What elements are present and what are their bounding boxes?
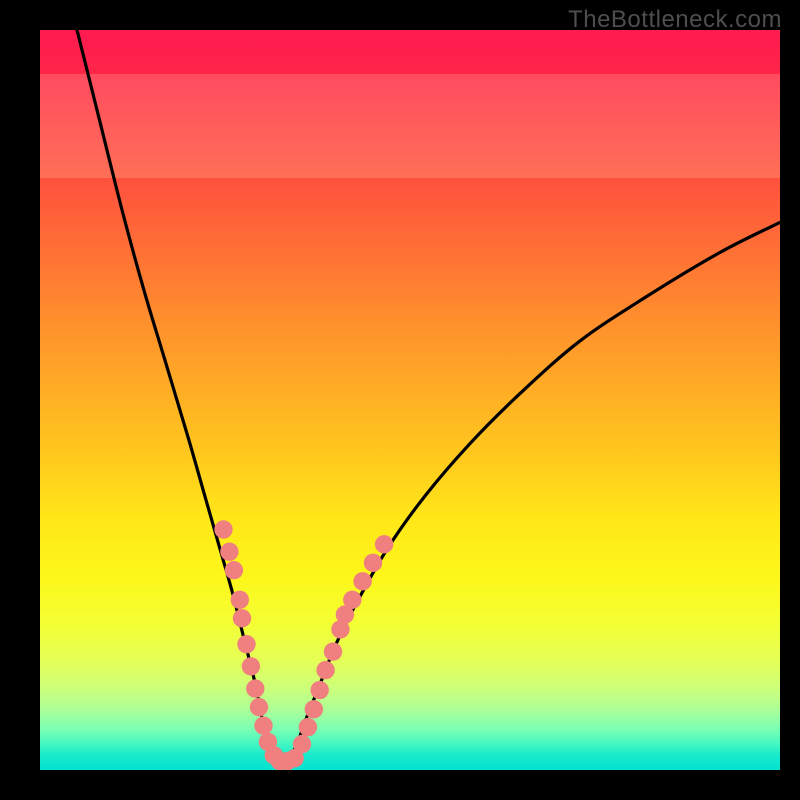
data-dot [220,543,238,561]
data-dot [293,735,311,753]
curve-layer [40,30,780,770]
data-dot [311,681,329,699]
data-dot [225,561,243,579]
data-dot [324,642,342,660]
data-dot [343,591,361,609]
bottleneck-curve-path [77,30,780,764]
data-dot [250,698,268,716]
data-dot [233,609,251,627]
data-dot [299,718,317,736]
data-dot [305,700,323,718]
data-dot [353,572,371,590]
data-dot [375,535,393,553]
data-dot [231,591,249,609]
data-dot [364,554,382,572]
data-dot [242,657,260,675]
chart-frame: TheBottleneck.com [0,0,800,800]
data-dot [246,679,264,697]
data-dot [316,661,334,679]
data-dot [237,635,255,653]
data-dot [254,716,272,734]
plot-area [40,30,780,770]
data-dot [214,520,232,538]
dot-group [214,520,393,770]
